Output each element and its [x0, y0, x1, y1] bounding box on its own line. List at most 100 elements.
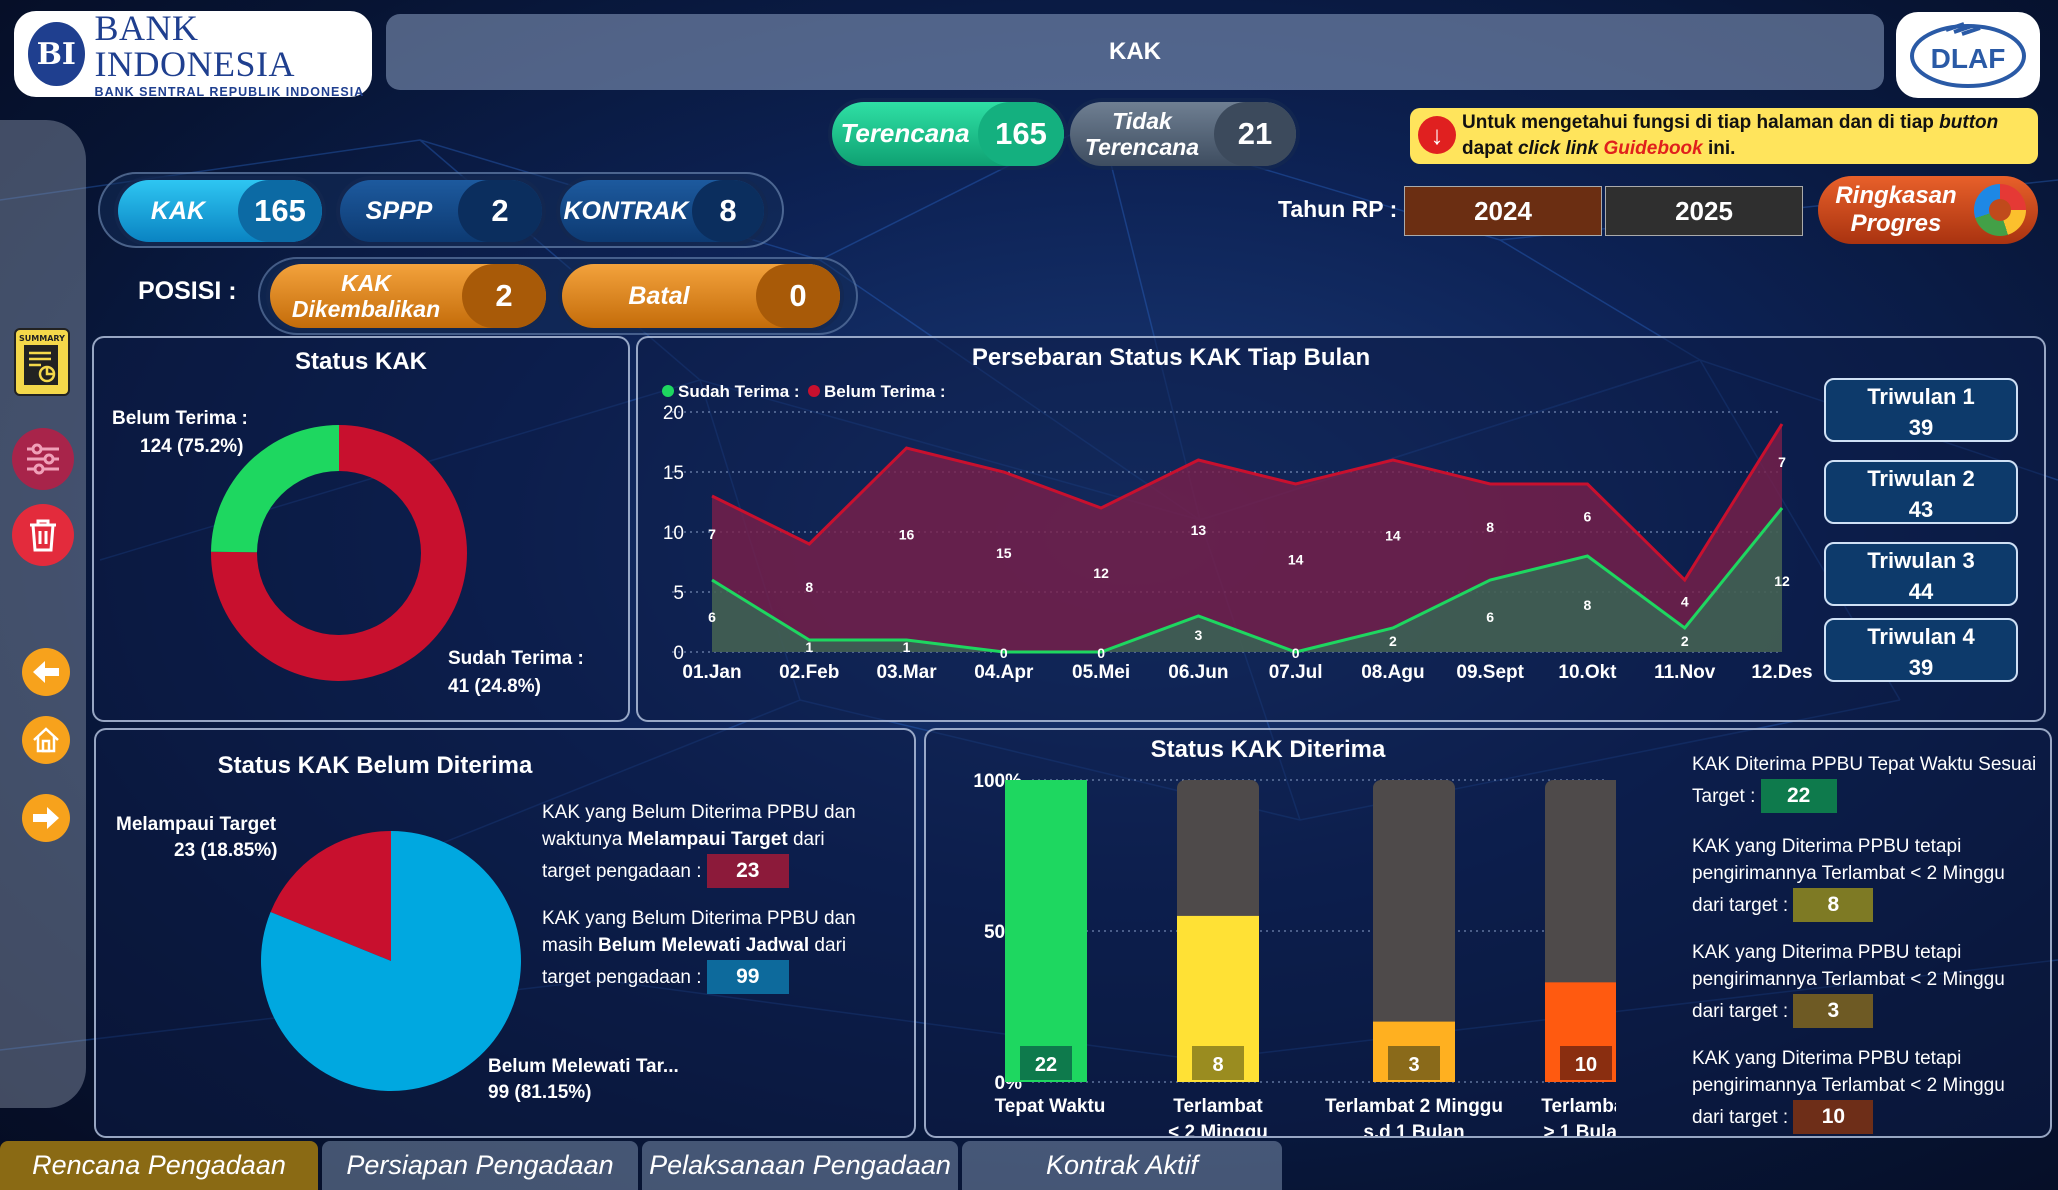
triwulan-2-value: 43 — [1908, 496, 1934, 522]
diterima-note-4: KAK yang Diterima PPBU tetapi pengiriman… — [1692, 1046, 2052, 1134]
belum-terima-data-label: 16 — [899, 526, 915, 542]
year-2024-button[interactable]: 2024 — [1404, 186, 1602, 236]
note1-post: dari — [787, 828, 825, 850]
belum-lewat-note: KAK yang Belum Diterima PPBU dan masih B… — [542, 906, 914, 994]
persebaran-title: Persebaran Status KAK Tiap Bulan — [971, 344, 1371, 371]
terencana-pill[interactable]: Terencana 165 — [832, 102, 1064, 166]
triwulan-4-card[interactable]: Triwulan 4 39 — [1824, 618, 2018, 682]
filter-sliders-icon[interactable] — [12, 428, 74, 490]
tab-kontrak-aktif[interactable]: Kontrak Aktif — [962, 1141, 1282, 1190]
batal-pill[interactable]: Batal 0 — [562, 264, 840, 328]
belum-terima-data-label: 4 — [1681, 594, 1689, 610]
sudah-terima-data-label: 1 — [805, 639, 813, 655]
sudah-terima-data-label: 0 — [1000, 645, 1008, 661]
tidak-terencana-label: Tidak Terencana — [1084, 107, 1200, 160]
triwulan-3-label: Triwulan 3 — [1867, 548, 1975, 573]
bank-subtitle: BANK SENTRAL REPUBLIK INDONESIA — [94, 84, 365, 99]
page-title: KAK — [386, 14, 1884, 90]
x-category-label: s.d 1 Bulan — [1363, 1122, 1464, 1136]
note2-line1: KAK yang Belum Diterima PPBU dan — [542, 908, 856, 929]
diterima-note-1-line2: Target : — [1692, 785, 1756, 807]
sudah-terima-data-label: 8 — [1584, 597, 1592, 613]
diterima-note-3-line2: pengirimannya Terlambat < 2 Minggu — [1692, 968, 2005, 990]
y-tick-label: 20 — [663, 403, 684, 424]
x-category-label: Terlambat 2 Minggu — [1325, 1096, 1503, 1117]
triwulan-2-card[interactable]: Triwulan 2 43 — [1824, 460, 2018, 524]
sppp-pill-value: 2 — [458, 180, 542, 242]
x-category-label: Tepat Waktu — [995, 1096, 1106, 1117]
belum-terima-data-label: 7 — [708, 526, 716, 542]
x-category-label: Terlambat — [1541, 1096, 1616, 1117]
bar-value-label: 10 — [1575, 1054, 1597, 1076]
tab-rencana-pengadaan[interactable]: Rencana Pengadaan — [0, 1141, 318, 1190]
triwulan-3-value: 44 — [1908, 578, 1934, 604]
diterima-bar-chart: 0%50%100%22Tepat Waktu8Terlambat< 2 Ming… — [973, 771, 1617, 1136]
sudah-terima-data-label: 1 — [903, 639, 911, 655]
triwulan-1-card[interactable]: Triwulan 1 39 — [1824, 378, 2018, 442]
kak-dikembalikan-value: 2 — [462, 264, 546, 328]
x-tick-label: 12.Des — [1751, 662, 1812, 683]
trash-icon[interactable] — [12, 504, 74, 566]
sudah-terima-data-label: 0 — [1097, 645, 1105, 661]
melampaui-label: Melampaui Target — [116, 814, 277, 835]
x-tick-label: 01.Jan — [682, 662, 741, 683]
year-2025-button[interactable]: 2025 — [1605, 186, 1803, 236]
summary-doc-icon — [24, 345, 58, 385]
kak-dikembalikan-pill[interactable]: KAK Dikembalikan 2 — [270, 264, 546, 328]
note1-bold: Melampaui Target — [627, 828, 788, 850]
note2-bold: Belum Melewati Jadwal — [597, 934, 810, 956]
sppp-pill[interactable]: SPPP 2 — [340, 180, 542, 242]
status-kak-donut-chart — [210, 425, 467, 681]
terencana-label: Terencana — [840, 118, 970, 149]
x-category-label: > 1 Bulan — [1544, 1122, 1617, 1136]
tidak-terencana-value: 21 — [1214, 102, 1296, 166]
diterima-note-2: KAK yang Diterima PPBU tetapi pengiriman… — [1692, 834, 2052, 922]
x-tick-label: 03.Mar — [876, 662, 937, 683]
kak-dikembalikan-label: KAK Dikembalikan — [291, 269, 441, 322]
status-kak-panel: Status KAK Belum Terima : 124 (75.2%) Su… — [92, 336, 630, 722]
bank-name: BANK INDONESIA — [94, 7, 296, 84]
forward-arrow-icon[interactable] — [22, 794, 70, 842]
summary-button[interactable]: SUMMARY — [14, 328, 70, 396]
sudah-terima-data-label: 6 — [1486, 609, 1494, 625]
sudah-terima-data-label: 3 — [1194, 627, 1202, 643]
kontrak-pill-label: KONTRAK — [563, 196, 689, 225]
guide-text-1: Untuk mengetahui fungsi di tiap halaman … — [1462, 112, 1940, 133]
kak-pill-label: KAK — [150, 196, 206, 225]
tidak-terencana-pill[interactable]: Tidak Terencana 21 — [1070, 102, 1296, 166]
y-tick-label: 5 — [673, 583, 684, 604]
tab-pelaksanaan-pengadaan[interactable]: Pelaksanaan Pengadaan — [642, 1141, 958, 1190]
guidebook-banner[interactable]: ↓ Untuk mengetahui fungsi di tiap halama… — [1410, 108, 2038, 164]
back-arrow-icon[interactable] — [22, 648, 70, 696]
kak-pill[interactable]: KAK 165 — [118, 180, 322, 242]
diterima-note-1-line1: KAK Diterima PPBU Tepat Waktu Sesuai — [1692, 754, 2037, 775]
y-tick-label: 15 — [663, 463, 684, 484]
triwulan-3-card[interactable]: Triwulan 3 44 — [1824, 542, 2018, 606]
tab-persiapan-pengadaan[interactable]: Persiapan Pengadaan — [322, 1141, 638, 1190]
x-tick-label: 08.Agu — [1361, 662, 1424, 683]
lebih-1-bulan-count-box: 10 — [1793, 1099, 1874, 1134]
guidebook-link[interactable]: Guidebook — [1604, 138, 1703, 159]
diterima-note-3-line1: KAK yang Diterima PPBU tetapi — [1692, 942, 1962, 963]
belum-diterima-pie-chart — [261, 831, 521, 1091]
diterima-note-2-line3: dari target : — [1692, 894, 1789, 916]
guide-text-5: ini. — [1702, 137, 1736, 159]
ringkasan-label: Ringkasan Progres — [1835, 182, 1957, 237]
status-kak-title: Status KAK — [294, 348, 427, 375]
diterima-note-4-line3: dari target : — [1692, 1106, 1789, 1128]
terlambat-1-bulan-count-box: 3 — [1793, 993, 1874, 1028]
belum-diterima-panel: Status KAK Belum Diterima Melampaui Targ… — [94, 728, 916, 1138]
x-tick-label: 10.Okt — [1558, 662, 1617, 683]
x-tick-label: 11.Nov — [1654, 662, 1716, 683]
sudah-terima-data-label: 6 — [708, 609, 716, 625]
note1-line1: KAK yang Belum Diterima PPBU dan — [542, 802, 856, 823]
home-icon[interactable] — [22, 716, 70, 764]
triwulan-1-label: Triwulan 1 — [1867, 384, 1975, 409]
belum-terima-data-label: 6 — [1584, 508, 1592, 524]
kontrak-pill[interactable]: KONTRAK 8 — [560, 180, 764, 242]
x-tick-label: 02.Feb — [779, 662, 839, 683]
persebaran-area-chart: 05101520Sudah Terima : Belum Terima :7816… — [662, 382, 1813, 683]
bar-value-label: 8 — [1212, 1054, 1223, 1076]
bank-indonesia-logo: BI BANK INDONESIA BANK SENTRAL REPUBLIK … — [14, 7, 372, 99]
ringkasan-progres-button[interactable]: Ringkasan Progres — [1818, 176, 2038, 244]
